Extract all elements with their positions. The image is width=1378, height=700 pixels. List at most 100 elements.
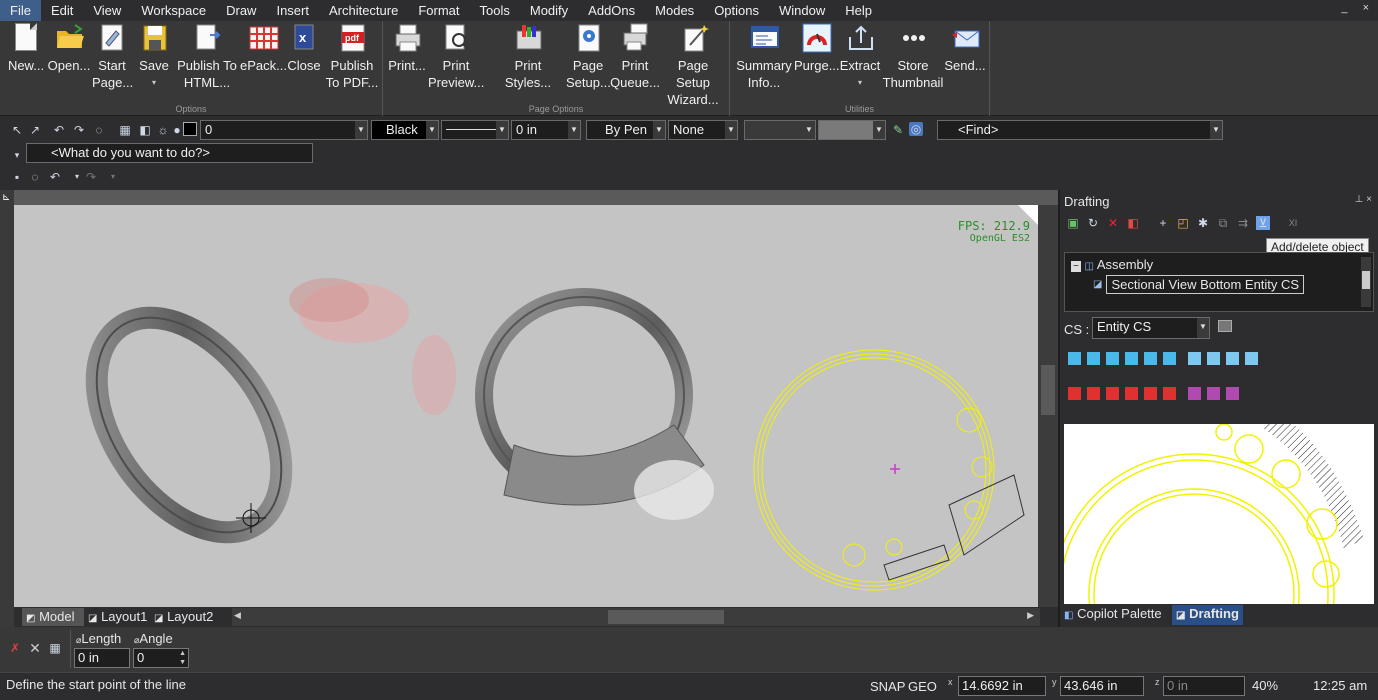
folder-icon[interactable]: ◰ xyxy=(1176,216,1190,230)
epack-button[interactable]: ePack... xyxy=(240,23,287,74)
select-arrow-icon[interactable]: ↖ xyxy=(10,123,24,137)
geo-toggle[interactable]: GEO xyxy=(908,679,937,694)
dot-icon[interactable]: ● xyxy=(170,123,184,137)
horizontal-scrollbar[interactable]: ◀ ▶ xyxy=(232,608,1040,626)
menu-insert[interactable]: Insert xyxy=(266,0,319,21)
print-styles-button[interactable]: Print Styles... xyxy=(490,23,566,91)
length-input[interactable]: 0 in xyxy=(74,648,130,668)
close-button[interactable]: x Close xyxy=(286,23,322,74)
view-iso-1-icon[interactable] xyxy=(1188,352,1201,365)
vertical-scrollbar[interactable] xyxy=(1038,205,1058,607)
tab-drafting[interactable]: ◪ Drafting xyxy=(1172,605,1243,625)
chevron-down-icon[interactable]: ▾ xyxy=(106,170,120,184)
print-queue-button[interactable]: Print Queue... xyxy=(610,23,660,91)
y-coordinate[interactable]: 43.646 in xyxy=(1060,676,1144,696)
pencil-icon[interactable]: ✎ xyxy=(891,123,905,137)
z-coordinate[interactable]: 0 in xyxy=(1163,676,1245,696)
cs-dropdown[interactable]: Entity CS ▼ xyxy=(1092,317,1210,339)
menu-options[interactable]: Options xyxy=(704,0,769,21)
tool-icon[interactable]: ✗ xyxy=(8,641,22,655)
linestyle-dropdown[interactable]: ▼ xyxy=(441,120,509,140)
detail-2-icon[interactable] xyxy=(1207,387,1220,400)
tree-scrollbar[interactable] xyxy=(1361,257,1371,307)
find-input[interactable]: <Find> ▼ xyxy=(937,120,1223,140)
view-iso-2-icon[interactable] xyxy=(1207,352,1220,365)
grid-icon[interactable]: ▦ xyxy=(48,641,62,655)
menu-format[interactable]: Format xyxy=(408,0,469,21)
section-bottom-icon[interactable] xyxy=(1163,387,1176,400)
tab-copilot-palette[interactable]: ◧ Copilot Palette xyxy=(1064,606,1162,621)
menu-architecture[interactable]: Architecture xyxy=(319,0,408,21)
menu-file[interactable]: File xyxy=(0,0,41,21)
detail-1-icon[interactable] xyxy=(1188,387,1201,400)
undo-icon[interactable]: ↶ xyxy=(48,170,62,184)
xref-icon[interactable]: XI xyxy=(1286,216,1300,230)
view-right-icon[interactable] xyxy=(1125,352,1138,365)
menu-help[interactable]: Help xyxy=(835,0,882,21)
section-front-icon[interactable] xyxy=(1068,387,1081,400)
redo-icon[interactable]: ↷ xyxy=(72,123,86,137)
menu-tools[interactable]: Tools xyxy=(470,0,520,21)
transparency-dropdown[interactable]: ▼ xyxy=(818,120,886,140)
publish-pdf-button[interactable]: pdf Publish To PDF... xyxy=(324,23,380,91)
summary-info-button[interactable]: Summary Info... xyxy=(735,23,793,91)
undo-icon[interactable]: ↶ xyxy=(52,123,66,137)
menu-modes[interactable]: Modes xyxy=(645,0,704,21)
tree-root[interactable]: − ◫ Assembly xyxy=(1071,257,1153,272)
page-setup-wizard-button[interactable]: Page Setup Wizard... xyxy=(660,23,728,108)
lasso-icon[interactable]: ◌ xyxy=(92,123,106,137)
view-iso-4-icon[interactable] xyxy=(1245,352,1258,365)
start-page-button[interactable]: Start Page... xyxy=(92,23,133,91)
layer-dropdown[interactable]: 0 ▼ xyxy=(200,120,368,140)
remove-view-icon[interactable]: ◧ xyxy=(1126,216,1140,230)
menu-window[interactable]: Window xyxy=(769,0,835,21)
align-icon[interactable]: ⇉ xyxy=(1236,216,1250,230)
add-icon[interactable]: + xyxy=(1156,216,1170,230)
print-preview-button[interactable]: Print Preview... xyxy=(428,23,484,91)
scroll-thumb[interactable] xyxy=(608,610,724,624)
menu-draw[interactable]: Draw xyxy=(216,0,266,21)
menu-modify[interactable]: Modify xyxy=(520,0,578,21)
lasso-icon[interactable]: ◌ xyxy=(28,170,42,184)
tab-layout2[interactable]: ◪ Layout2 xyxy=(150,608,222,626)
detail-3-icon[interactable] xyxy=(1226,387,1239,400)
view-back-icon[interactable] xyxy=(1087,352,1100,365)
search-input[interactable]: <What do you want to do?> xyxy=(26,143,313,163)
settings-icon[interactable]: ✱ xyxy=(1196,216,1210,230)
menu-addons[interactable]: AddOns xyxy=(578,0,645,21)
tab-layout1[interactable]: ◪ Layout1 xyxy=(84,608,150,626)
cancel-icon[interactable]: ✕ xyxy=(28,641,42,655)
view-bottom-icon[interactable] xyxy=(1163,352,1176,365)
select-filter-icon[interactable]: ↗ xyxy=(28,123,42,137)
scroll-thumb[interactable] xyxy=(1362,271,1370,289)
view-top-icon[interactable] xyxy=(1144,352,1157,365)
redo-icon[interactable]: ↷ xyxy=(84,170,98,184)
drafting-preview[interactable] xyxy=(1064,424,1374,604)
copy-icon[interactable]: ⧉ xyxy=(1216,216,1230,230)
tab-model[interactable]: ◩ Model xyxy=(22,608,84,626)
section-top-icon[interactable] xyxy=(1144,387,1157,400)
purge-button[interactable]: Purge... xyxy=(794,23,840,74)
properties-icon[interactable]: ◎ xyxy=(909,122,923,136)
collapse-icon[interactable]: − xyxy=(1071,261,1081,272)
window-controls[interactable]: _ × xyxy=(1341,2,1372,14)
fill-dropdown[interactable]: None ▼ xyxy=(668,120,738,140)
menu-edit[interactable]: Edit xyxy=(41,0,83,21)
save-button[interactable]: Save ▾ xyxy=(135,23,173,91)
overflow-icon[interactable]: ▾ xyxy=(10,148,24,162)
zoom-level[interactable]: 40% xyxy=(1252,678,1278,693)
chevron-down-icon[interactable]: ▾ xyxy=(70,170,84,184)
extract-button[interactable]: Extract ▾ xyxy=(838,23,882,91)
menu-workspace[interactable]: Workspace xyxy=(131,0,216,21)
table-icon[interactable]: ▦ xyxy=(118,123,132,137)
stepper-icon[interactable]: ▲ ▼ xyxy=(179,649,186,667)
store-thumbnail-button[interactable]: Store Thumbnail xyxy=(882,23,944,91)
scroll-right-icon[interactable]: ▶ xyxy=(1027,610,1034,621)
menu-view[interactable]: View xyxy=(83,0,131,21)
add-delete-object-icon[interactable]: ⊻ xyxy=(1256,216,1270,230)
bulb-icon[interactable]: ☼ xyxy=(156,123,170,137)
x-coordinate[interactable]: 14.6692 in xyxy=(958,676,1046,696)
delete-icon[interactable]: ✕ xyxy=(1106,216,1120,230)
cs-options-icon[interactable] xyxy=(1218,320,1232,332)
section-right-icon[interactable] xyxy=(1125,387,1138,400)
